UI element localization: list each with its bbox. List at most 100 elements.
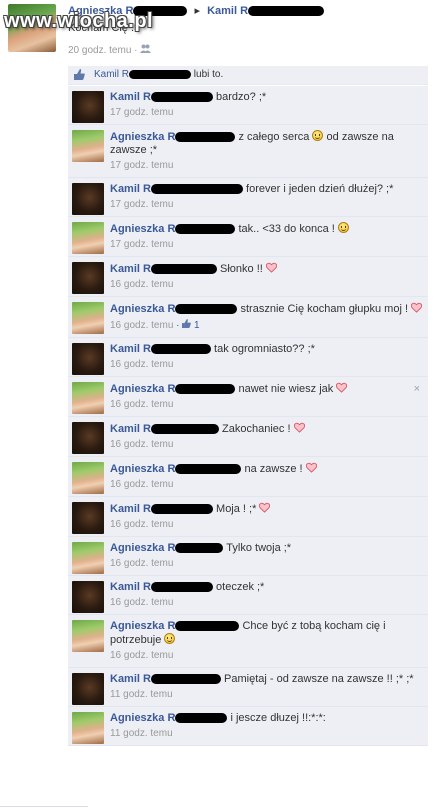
commenter-name[interactable]: Agnieszka R [110,223,175,235]
likes-row: Kamil R lubi to. [68,66,428,85]
comment-timestamp[interactable]: 17 godz. temu [110,199,173,210]
delete-comment-icon[interactable]: × [414,383,420,395]
commenter-name[interactable]: Agnieszka R [110,303,175,315]
comment-text: na zawsze ! [244,463,303,475]
heart-icon [291,422,305,435]
heart-icon [263,262,277,275]
heart-icon [303,462,317,475]
commenter-name[interactable]: Kamil R [110,581,151,593]
commenter-name[interactable]: Agnieszka R [110,712,175,724]
post-timestamp[interactable]: 20 godz. temu [68,45,131,56]
comment-timestamp[interactable]: 16 godz. temu [110,597,173,608]
comment-meta: 17 godz. temu [110,160,422,172]
commenter-avatar[interactable] [72,130,104,162]
redaction [150,674,221,685]
commenter-avatar[interactable] [72,712,104,744]
comment-meta: 16 godz. temu [110,399,422,411]
comment-meta: 17 godz. temu [110,107,422,119]
commenter-name[interactable]: Agnieszka R [110,383,175,395]
comment-meta: 16 godz. temu [110,597,422,609]
comment: Kamil R Pamiętaj - od zawsze na zawsze !… [68,668,428,707]
comment-timestamp[interactable]: 11 godz. temu [110,689,173,700]
comment-body: Kamil R Słonko !! [110,262,422,276]
comment-body: Kamil R oteczek ;* [110,581,422,594]
post-header: Agnieszka R ▸ Kamil R Kocham Cię :* 20 g… [0,0,445,64]
commenter-name[interactable]: Kamil R [110,673,151,685]
redaction [175,713,228,724]
commenter-avatar[interactable] [72,422,104,454]
comment-text: Moja ! ;* [216,503,257,515]
comment-timestamp[interactable]: 17 godz. temu [110,160,173,171]
watermark-logo: www.wiocha.pl [4,10,154,32]
comment-text: z całego serca [238,131,310,143]
heart-icon [333,382,348,395]
comment-timestamp[interactable]: 11 godz. temu [110,728,173,739]
comment: Kamil R forever i jeden dzień dłużej? ;*… [68,178,428,217]
liker-name[interactable]: Kamil R [94,69,129,80]
comment: Agnieszka R tak.. <33 do konca ! 17 godz… [68,217,428,257]
comment-timestamp[interactable]: 16 godz. temu [110,279,173,290]
comment-meta: 17 godz. temu [110,239,422,251]
arrow-icon: ▸ [194,5,201,17]
comment-timestamp[interactable]: 16 godz. temu [110,479,173,490]
commenter-name[interactable]: Kamil R [110,263,151,275]
commenter-avatar[interactable] [72,91,104,123]
commenter-avatar[interactable] [72,620,104,652]
commenter-avatar[interactable] [72,262,104,294]
redaction [175,543,224,554]
commenter-name[interactable]: Kamil R [110,343,151,355]
commenter-avatar[interactable] [72,502,104,534]
comment: Kamil R Słonko !! 16 godz. temu [68,257,428,297]
redaction [150,344,211,355]
comment-timestamp[interactable]: 16 godz. temu [110,359,173,370]
comment-timestamp[interactable]: 17 godz. temu [110,239,173,250]
redaction [150,184,243,195]
commenter-avatar[interactable] [72,581,104,613]
commenter-name[interactable]: Agnieszka R [110,463,175,475]
like-thumb-icon [182,319,192,328]
comment-text: bardzo? ;* [216,91,267,103]
comment-timestamp[interactable]: 17 godz. temu [110,107,173,118]
comment-timestamp[interactable]: 16 godz. temu [110,320,173,331]
comment-timestamp[interactable]: 16 godz. temu [110,650,173,661]
commenter-name[interactable]: Kamil R [110,423,151,435]
commenter-name[interactable]: Kamil R [110,91,151,103]
comment-meta: 17 godz. temu [110,199,422,211]
redaction [175,384,236,395]
comment: Kamil R Moja ! ;* 16 godz. temu [68,497,428,537]
commenter-name[interactable]: Kamil R [110,183,151,195]
commenter-name[interactable]: Agnieszka R [110,542,175,554]
commenter-name[interactable]: Kamil R [110,503,151,515]
recipient-name[interactable]: Kamil R [207,5,248,17]
comment-timestamp[interactable]: 16 godz. temu [110,519,173,530]
comment-body: Agnieszka R Chce być z tobą kocham cię i… [110,620,422,647]
commenter-avatar[interactable] [72,673,104,705]
comment-meta: 16 godz. temu [110,558,422,570]
redaction [175,621,240,632]
smile-emoji-icon [337,222,349,233]
comment-meta: 16 godz. temu [110,479,422,491]
commenter-name[interactable]: Agnieszka R [110,131,175,143]
comment: Kamil R tak ogromniasto?? ;* 16 godz. tem… [68,338,428,377]
commenter-avatar[interactable] [72,183,104,215]
comment: Agnieszka R Chce być z tobą kocham cię i… [68,615,428,668]
commenter-avatar[interactable] [72,542,104,574]
comment-timestamp[interactable]: 16 godz. temu [110,558,173,569]
redaction [150,504,213,515]
comment-timestamp[interactable]: 16 godz. temu [110,399,173,410]
comment: Kamil R bardzo? ;* 17 godz. temu [68,86,428,125]
comment-meta: 16 godz. temu [110,650,422,662]
commenter-name[interactable]: Agnieszka R [110,620,175,632]
comment-like-count[interactable]: · 1 [173,319,200,331]
commenter-avatar[interactable] [72,462,104,494]
commenter-avatar[interactable] [72,382,104,414]
comment: Agnieszka R Tylko twoja ;* 16 godz. temu [68,537,428,576]
comment-meta: 16 godz. temu [110,439,422,451]
comment-timestamp[interactable]: 16 godz. temu [110,439,173,450]
commenter-avatar[interactable] [72,302,104,334]
commenter-avatar[interactable] [72,343,104,375]
comment-meta: 16 godz. temu · 1 [110,319,422,332]
comment-body: Kamil R bardzo? ;* [110,91,422,104]
likes-text: Kamil R lubi to. [94,69,223,80]
commenter-avatar[interactable] [72,222,104,254]
